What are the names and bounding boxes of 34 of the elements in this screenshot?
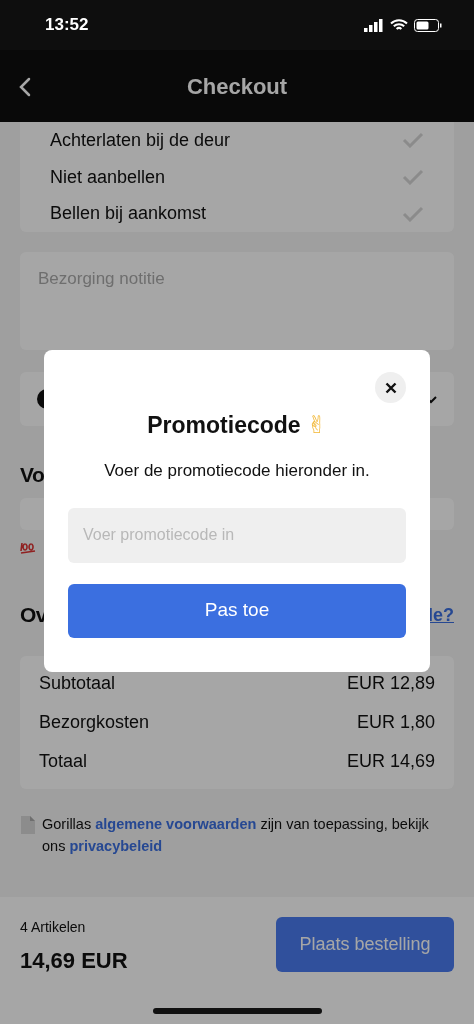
summary-label: Totaal [39,750,88,773]
check-icon [402,169,424,185]
summary-label: Subtotaal [39,672,116,695]
delivery-option[interactable]: Bellen bij aankomst [50,195,424,232]
delivery-option[interactable]: Niet aanbellen [50,158,424,196]
victory-hand-emoji: ✌ [306,410,327,441]
page-title: Checkout [186,72,288,101]
voucher-heading: Vo [20,462,45,489]
terms-text: Gorillas algemene voorwaarden zijn van toepassing, bekijk ons privacybeleid [42,815,430,856]
apply-button[interactable]: Pas toe [68,583,406,638]
close-icon [384,381,397,394]
signal-icon [364,18,384,32]
summary-label: Bezorgkosten [39,711,150,734]
check-icon [402,205,424,222]
wifi-icon [390,18,408,32]
delivery-option[interactable]: Achterlaten bij de deur [50,122,424,159]
status-time: 13:52 [45,14,89,37]
check-icon [402,132,424,149]
note-field[interactable]: Bezorging notitie [20,252,454,350]
close-button[interactable] [375,372,406,403]
battery-icon [414,18,442,32]
score-icon [20,541,36,555]
chevron-left-icon [19,77,31,97]
modal-subtitle: Voer de promotiecode hieronder in. [103,460,371,482]
document-icon [20,816,36,834]
summary-value: EUR 1,80 [356,711,435,734]
terms-link[interactable]: algemene voorwaarden [95,816,257,832]
summary-value: EUR 14,69 [346,750,435,773]
privacy-link[interactable]: privacybeleid [69,838,163,854]
place-order-button[interactable]: Plaats bestelling [276,917,454,972]
modal-title: Promotiecode [147,410,301,440]
item-count: 4 Artikelen [20,918,87,937]
summary-value: EUR 12,89 [346,672,435,695]
footer-total: 14,69 EUR [20,947,128,975]
